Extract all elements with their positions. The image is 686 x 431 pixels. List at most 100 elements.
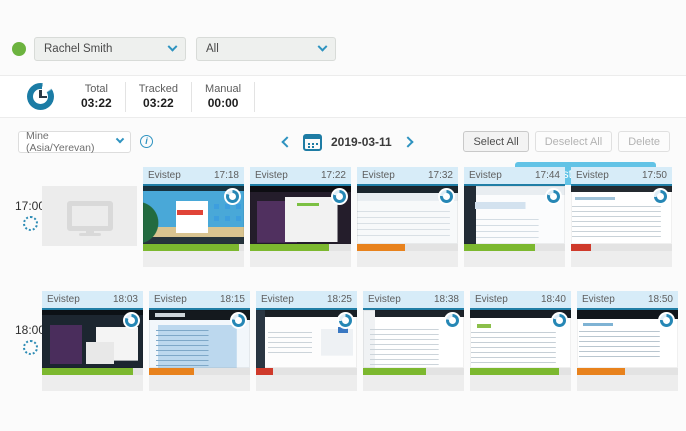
screenshot-slots: Evistep18:03Evistep18:15Evistep18:25Evis… (42, 291, 678, 391)
screenshot-app-name: Evistep (154, 294, 187, 305)
screenshot-card[interactable]: Evistep17:18 (143, 167, 244, 267)
previous-day-icon[interactable] (281, 136, 292, 147)
screenshot-thumbnail[interactable] (470, 310, 571, 368)
screenshot-thumbnail[interactable] (464, 186, 565, 244)
activity-ring-icon (331, 188, 348, 205)
screenshot-time: 18:38 (434, 294, 459, 305)
screenshot-time: 17:22 (321, 170, 346, 181)
activity-ring-icon (337, 312, 354, 329)
screenshot-thumbnail[interactable] (143, 186, 244, 244)
screenshot-card-header: Evistep 17:22 (250, 167, 351, 184)
chevron-down-icon (116, 135, 124, 143)
calendar-icon[interactable] (303, 134, 322, 151)
card-footer (256, 375, 357, 391)
chevron-down-icon (318, 41, 328, 51)
activity-bar-track (470, 368, 571, 375)
project-filter-value: All (206, 43, 219, 55)
screenshot-thumbnail[interactable] (357, 186, 458, 244)
screenshot-app-name: Evistep (576, 170, 609, 181)
screenshot-card-header: Evistep18:25 (256, 291, 357, 308)
card-footer (143, 251, 244, 267)
activity-ring-icon (551, 312, 568, 329)
clock-icon (27, 83, 54, 110)
activity-bar-track (464, 244, 565, 251)
card-footer (577, 375, 678, 391)
activity-bar-track (256, 368, 357, 375)
screenshot-card-header: Evistep 17:50 (571, 167, 672, 184)
screenshot-card-header: Evistep18:38 (363, 291, 464, 308)
screenshot-card-header: Evistep 18:03 (42, 291, 143, 308)
screenshot-card[interactable]: Evistep 18:03 (42, 291, 143, 391)
screenshot-card[interactable]: Evistep18:38 (363, 291, 464, 391)
screenshot-card[interactable]: Evistep18:40 (470, 291, 571, 391)
screenshot-app-name: Evistep (255, 170, 288, 181)
chevron-down-icon (168, 41, 178, 51)
activity-bar-fill (464, 244, 535, 251)
next-day-icon[interactable] (402, 136, 413, 147)
activity-bar-fill (470, 368, 559, 375)
screenshot-card[interactable]: Evistep17:44 (464, 167, 565, 267)
hour-spinner-icon (23, 216, 38, 231)
delete-button[interactable]: Delete (618, 131, 670, 152)
activity-bar-track (149, 368, 250, 375)
activity-bar-track (577, 368, 678, 375)
activity-bar-fill (363, 368, 426, 375)
screenshot-card[interactable]: Evistep 17:22 (250, 167, 351, 267)
current-date: 2019-03-11 (331, 135, 392, 149)
activity-ring-icon (545, 188, 562, 205)
activity-ring-icon (123, 312, 140, 329)
activity-bar-track (357, 244, 458, 251)
screenshot-time: 17:50 (642, 170, 667, 181)
card-footer (470, 375, 571, 391)
screenshot-app-name: Evistep (469, 170, 502, 181)
screenshot-app-name: Evistep (582, 294, 615, 305)
info-icon[interactable]: i (140, 135, 153, 148)
screenshot-thumbnail[interactable] (577, 310, 678, 368)
activity-bar-track (571, 244, 672, 251)
online-status-dot (12, 42, 26, 56)
hour-label: 18:00 (15, 323, 45, 337)
screenshot-thumbnail[interactable] (571, 186, 672, 244)
screenshot-thumbnail[interactable] (149, 310, 250, 368)
card-footer (363, 375, 464, 391)
activity-bar-fill (250, 244, 329, 251)
screenshot-app-name: Evistep (362, 170, 395, 181)
activity-ring-icon (224, 188, 241, 205)
activity-bar-track (42, 368, 143, 375)
screenshot-card[interactable]: Evistep 17:32 (357, 167, 458, 267)
project-filter-select[interactable]: All (196, 37, 336, 61)
activity-ring-icon (230, 312, 247, 329)
hour-spinner-icon (23, 340, 38, 355)
select-all-button[interactable]: Select All (463, 131, 528, 152)
screenshot-thumbnail[interactable] (42, 310, 143, 368)
screenshot-thumbnail[interactable] (256, 310, 357, 368)
screenshot-thumbnail[interactable] (250, 186, 351, 244)
screenshot-card[interactable]: Evistep18:50 (577, 291, 678, 391)
stat-value: 00:00 (205, 96, 241, 110)
card-footer (571, 251, 672, 267)
time-stats-bar: Total 03:22 Tracked 03:22 Manual 00:00 R… (0, 75, 686, 118)
timezone-select[interactable]: Mine (Asia/Yerevan) (18, 131, 131, 153)
user-select[interactable]: Rachel Smith (34, 37, 186, 61)
screenshot-card[interactable]: Evistep18:25 (256, 291, 357, 391)
screenshot-time: 18:03 (113, 294, 138, 305)
activity-bar-track (363, 368, 464, 375)
card-footer (357, 251, 458, 267)
screenshot-time: 18:25 (327, 294, 352, 305)
screenshot-time: 17:32 (428, 170, 453, 181)
screenshot-thumbnail[interactable] (363, 310, 464, 368)
stat-total: Total 03:22 (68, 83, 125, 110)
activity-bar-fill (256, 368, 273, 375)
activity-ring-icon (658, 312, 675, 329)
activity-bar-fill (571, 244, 591, 251)
activity-bar-track (143, 244, 244, 251)
deselect-all-button[interactable]: Deselect All (535, 131, 612, 152)
card-footer (42, 375, 143, 391)
card-footer (250, 251, 351, 267)
screenshot-app-name: Evistep (47, 294, 80, 305)
stat-label: Total (81, 83, 112, 96)
screenshot-card[interactable]: Evistep 17:50 (571, 167, 672, 267)
screenshot-card[interactable]: Evistep18:15 (149, 291, 250, 391)
activity-bar-fill (149, 368, 194, 375)
activity-bar-fill (143, 244, 239, 251)
